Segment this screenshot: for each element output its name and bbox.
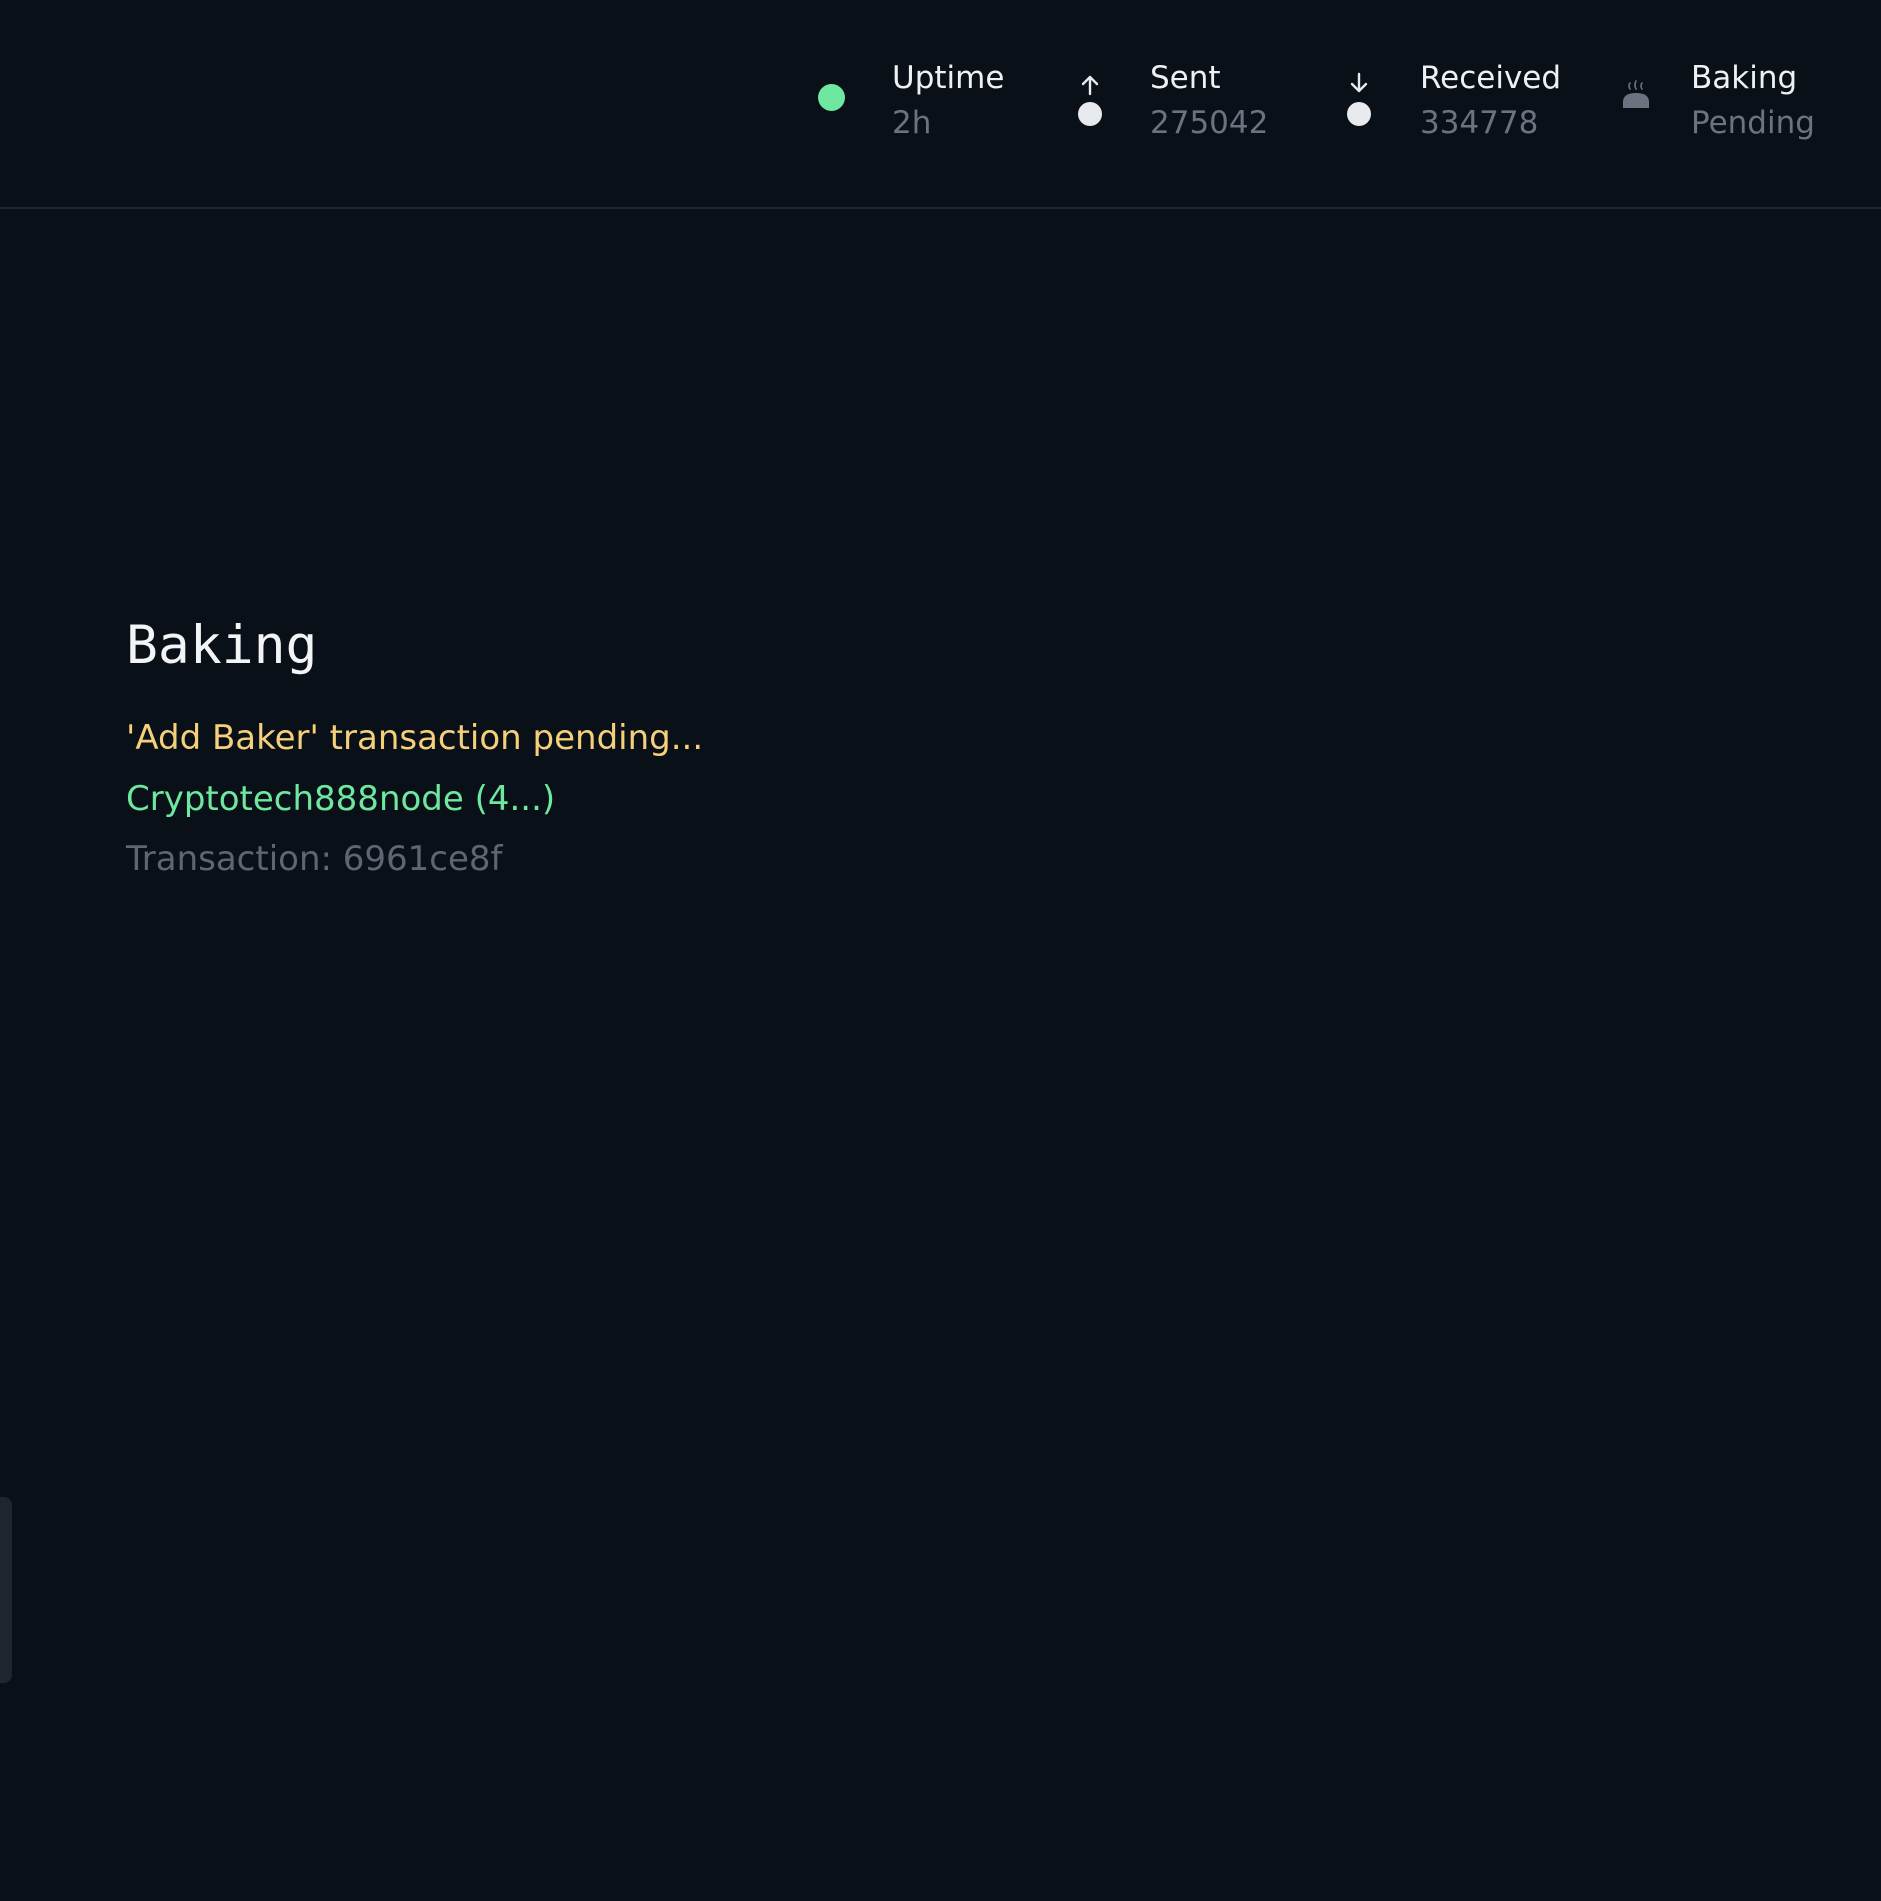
- stat-uptime-label: Uptime: [892, 60, 1005, 96]
- stat-received-label: Received: [1420, 60, 1562, 96]
- stat-baking-value: Pending: [1691, 105, 1815, 141]
- page-title: Baking: [126, 615, 318, 676]
- arrow-up-icon: [1081, 75, 1099, 96]
- stat-received-value: 334778: [1420, 105, 1539, 141]
- stat-sent-label: Sent: [1150, 60, 1221, 96]
- app-window: Uptime 2h Sent 275042 Received 334778 Ba…: [0, 0, 1881, 1901]
- stat-sent-value: 275042: [1150, 105, 1269, 141]
- sent-dot-icon: [1078, 102, 1102, 126]
- status-bar: Uptime 2h Sent 275042 Received 334778 Ba…: [0, 0, 1881, 209]
- bread-icon: [1623, 80, 1649, 108]
- stat-baking-label: Baking: [1691, 60, 1798, 96]
- stat-uptime-value: 2h: [892, 105, 932, 141]
- side-drawer-handle[interactable]: [0, 1497, 12, 1683]
- transaction-id: Transaction: 6961ce8f: [126, 839, 503, 879]
- received-dot-icon: [1347, 102, 1371, 126]
- status-dot-icon: [818, 84, 845, 111]
- pending-message: 'Add Baker' transaction pending...: [126, 718, 704, 758]
- arrow-down-icon: [1350, 72, 1368, 93]
- node-name: Cryptotech888node (4...): [126, 779, 556, 819]
